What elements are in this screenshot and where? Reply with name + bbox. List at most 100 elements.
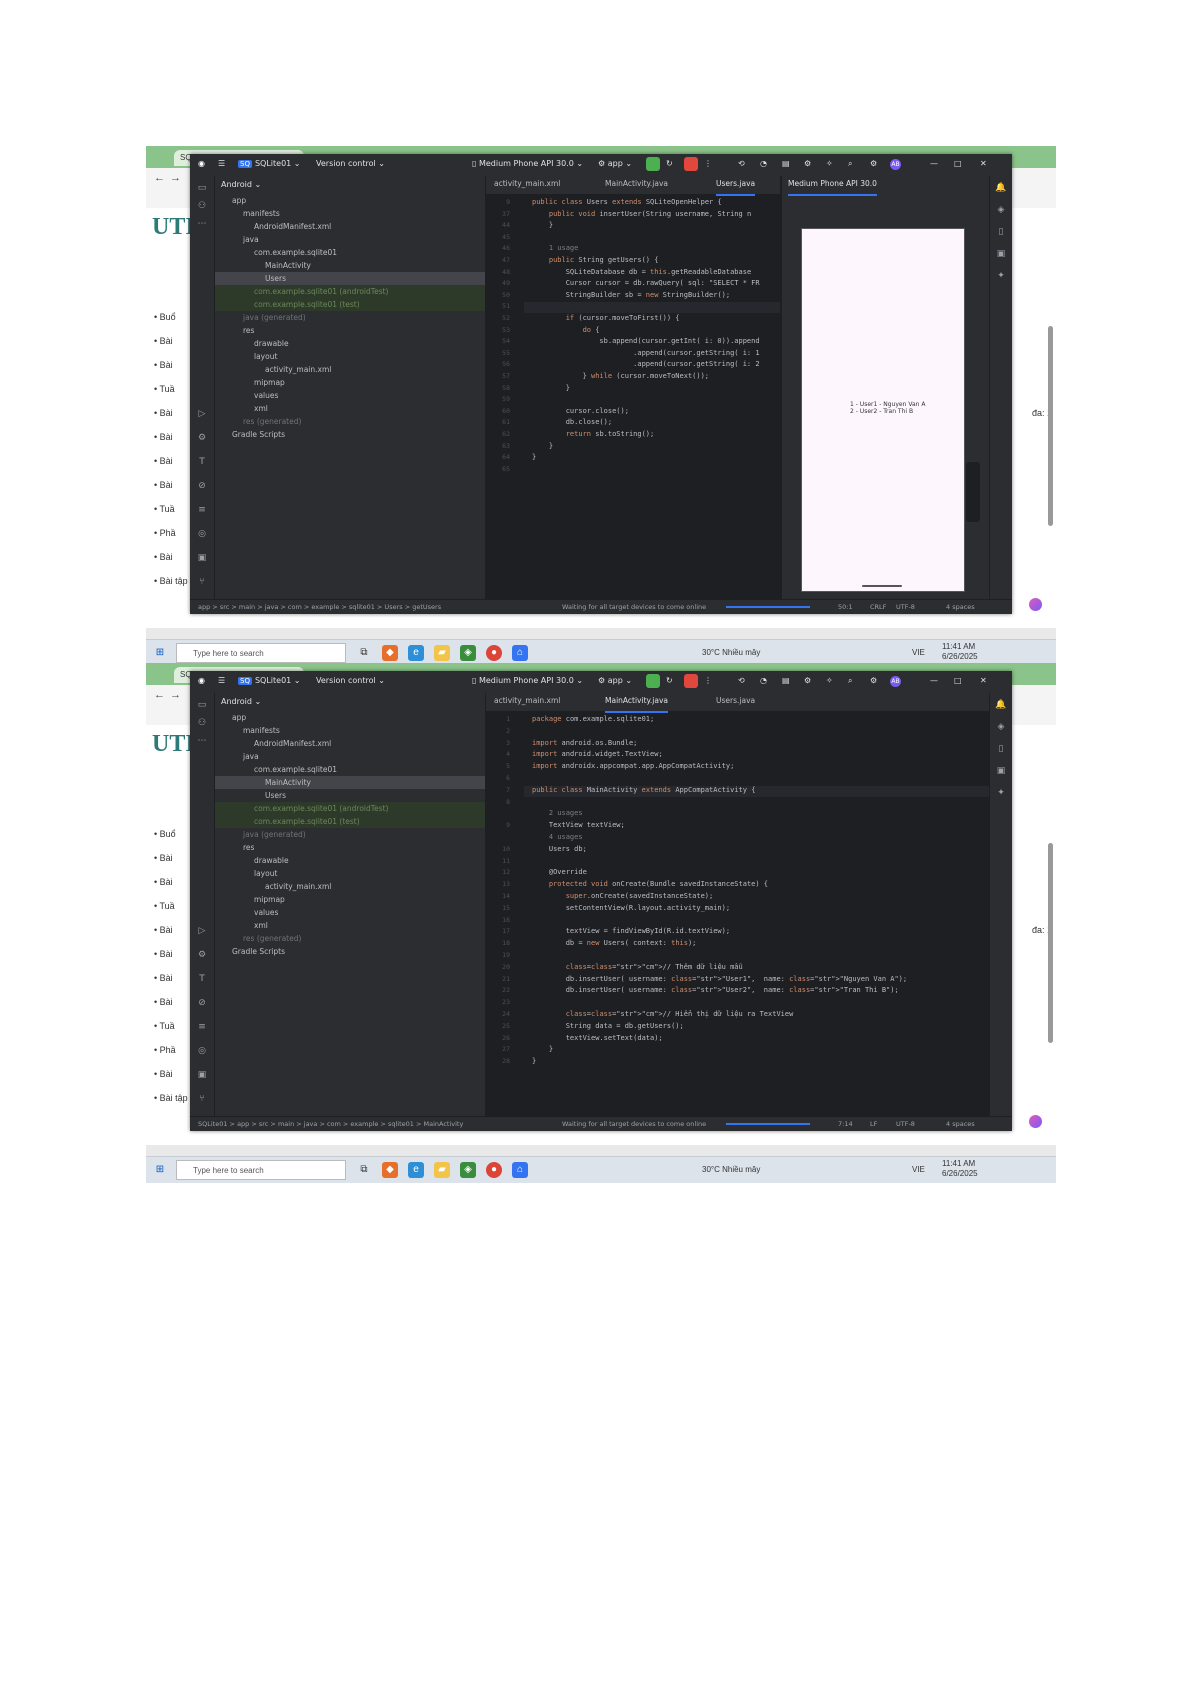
terminal-window-icon[interactable]: ▣ [196,552,208,564]
project-tree-item[interactable]: Users [215,789,485,802]
run-tool-icon[interactable]: ▷ [196,925,208,937]
services-icon[interactable]: ◎ [196,1045,208,1057]
avatar[interactable]: AB [890,159,901,170]
project-tree-item[interactable]: res (generated) [215,415,485,428]
code-line[interactable]: if (cursor.moveToFirst()) { [532,314,680,322]
code-line[interactable]: } while (cursor.moveToNext()); [532,372,709,380]
chrome-icon[interactable]: ● [486,645,502,661]
code-line[interactable]: class=class="str">"cm">// Hiển thị dữ li… [532,1010,794,1018]
emulator-screen[interactable]: 1 - User1 - Nguyen Van A2 - User2 - Tran… [801,228,965,592]
code-line[interactable]: TextView textView; [532,821,625,829]
project-tree-item[interactable]: res (generated) [215,932,485,945]
breadcrumb[interactable]: SQLite01 > app > src > main > java > com… [198,1120,463,1128]
line-separator[interactable]: LF [870,1120,877,1128]
project-tree-item[interactable]: mipmap [215,893,485,906]
clock[interactable]: 11:41 AM 6/26/2025 [942,1159,978,1179]
project-view-selector[interactable]: Android ⌄ [221,697,261,706]
code-line[interactable]: sb.append(cursor.getInt( i: 0)).append [532,337,759,345]
project-tree-item[interactable]: java [215,233,485,246]
indent-setting[interactable]: 4 spaces [946,1120,975,1128]
emulator-zoom-controls[interactable] [966,462,980,522]
run-tool-icon[interactable]: ▷ [196,408,208,420]
maximize-icon[interactable]: □ [954,676,962,685]
code-line[interactable]: public String getUsers() { [532,256,659,264]
project-tree-item[interactable]: AndroidManifest.xml [215,737,485,750]
code-line[interactable]: class=class="str">"cm">// Thêm dữ liệu m… [532,963,743,971]
device-manager-icon[interactable]: ▤ [782,159,790,168]
copilot-bubble-icon[interactable] [1029,598,1042,611]
project-selector[interactable]: SQ SQLite01 ⌄ [238,159,301,168]
git-icon[interactable]: ⑂ [196,576,208,588]
run-config-selector[interactable]: ⚙ app ⌄ [598,159,632,168]
project-tree-item[interactable]: com.example.sqlite01 [215,763,485,776]
code-line[interactable]: db.insertUser( username: class="str">"Us… [532,975,907,983]
project-tree-item[interactable]: manifests [215,724,485,737]
project-tree-item[interactable]: values [215,906,485,919]
problems-icon[interactable]: ⊘ [196,480,208,492]
browser-scrollbar[interactable] [1048,326,1053,526]
maximize-icon[interactable]: □ [954,159,962,168]
main-menu-icon[interactable]: ☰ [218,159,225,168]
code-line[interactable]: public class Users extends SQLiteOpenHel… [532,198,722,206]
code-line[interactable]: } [532,442,553,450]
code-line[interactable]: import android.os.Bundle; [532,739,637,747]
avatar[interactable]: AB [890,676,901,687]
file-explorer-icon[interactable]: ▰ [434,1162,450,1178]
code-line[interactable]: Cursor cursor = db.rawQuery( sql: "SELEC… [532,279,760,287]
code-line[interactable]: .append(cursor.getString( i: 1 [532,349,759,357]
ai-icon[interactable]: ✧ [826,159,833,168]
project-tree-item[interactable]: Gradle Scripts [215,428,485,441]
code-line[interactable]: db.insertUser( username: class="str">"Us… [532,986,899,994]
code-line[interactable]: textView = findViewById(R.id.textView); [532,927,730,935]
project-view-icon[interactable]: ▭ [196,699,208,711]
close-icon[interactable]: ✕ [980,676,987,685]
settings-icon[interactable]: ⚙ [804,159,811,168]
project-tree-item[interactable]: com.example.sqlite01 (test) [215,815,485,828]
project-tree-item[interactable]: java (generated) [215,828,485,841]
run-config-selector[interactable]: ⚙ app ⌄ [598,676,632,685]
git-icon[interactable]: ⑂ [196,1093,208,1105]
caret-position[interactable]: 7:14 [838,1120,853,1128]
indent-setting[interactable]: 4 spaces [946,603,975,611]
project-tree-item[interactable]: com.example.sqlite01 (androidTest) [215,802,485,815]
editor-tab[interactable]: Users.java [716,696,755,711]
file-encoding[interactable]: UTF-8 [896,603,915,611]
sync-icon[interactable]: ⟲ [738,159,745,168]
code-line[interactable]: textView.setText(data); [532,1034,663,1042]
project-tree-item[interactable]: layout [215,867,485,880]
browser-scrollbar[interactable] [1048,843,1053,1043]
run-button[interactable] [646,674,660,688]
back-icon[interactable]: ← [154,172,165,184]
project-view-icon[interactable]: ▭ [196,182,208,194]
project-view-selector[interactable]: Android ⌄ [221,180,261,189]
project-tree-item[interactable]: MainActivity [215,776,485,789]
editor-tab[interactable]: activity_main.xml [494,179,560,194]
code-line[interactable]: @Override [532,868,587,876]
project-tree-item[interactable]: res [215,841,485,854]
project-tree-item[interactable]: Users [215,272,485,285]
project-tree-item[interactable]: com.example.sqlite01 (test) [215,298,485,311]
chrome-icon[interactable]: ● [486,1162,502,1178]
code-line[interactable]: public class MainActivity extends AppCom… [532,786,755,794]
project-tree-item[interactable]: MainActivity [215,259,485,272]
commit-icon[interactable]: ⚇ [196,200,208,212]
code-line[interactable]: String data = db.getUsers(); [532,1022,684,1030]
more-tools-icon[interactable]: ⋯ [196,735,208,747]
more-actions-icon[interactable]: ⋮ [704,676,712,685]
emulator-nav-bar[interactable] [862,585,902,587]
code-line[interactable]: import android.widget.TextView; [532,750,663,758]
main-menu-icon[interactable]: ☰ [218,676,225,685]
copilot-app-icon[interactable]: ◆ [382,645,398,661]
logcat-icon[interactable]: ≡ [196,504,208,516]
device-explorer-icon[interactable]: ▯ [995,226,1007,238]
code-line[interactable]: Users db; [532,845,587,853]
version-control-menu[interactable]: Version control ⌄ [316,676,385,685]
device-tab[interactable]: Medium Phone API 30.0 [788,179,877,196]
search-icon[interactable]: ⌕ [848,159,852,169]
project-tree-item[interactable]: com.example.sqlite01 [215,246,485,259]
stop-button[interactable] [684,157,698,171]
project-tree-item[interactable]: activity_main.xml [215,363,485,376]
breadcrumb[interactable]: app > src > main > java > com > example … [198,603,441,611]
gemini-icon[interactable]: ✦ [995,270,1007,282]
taskbar-search-input[interactable]: Type here to search [176,643,346,663]
